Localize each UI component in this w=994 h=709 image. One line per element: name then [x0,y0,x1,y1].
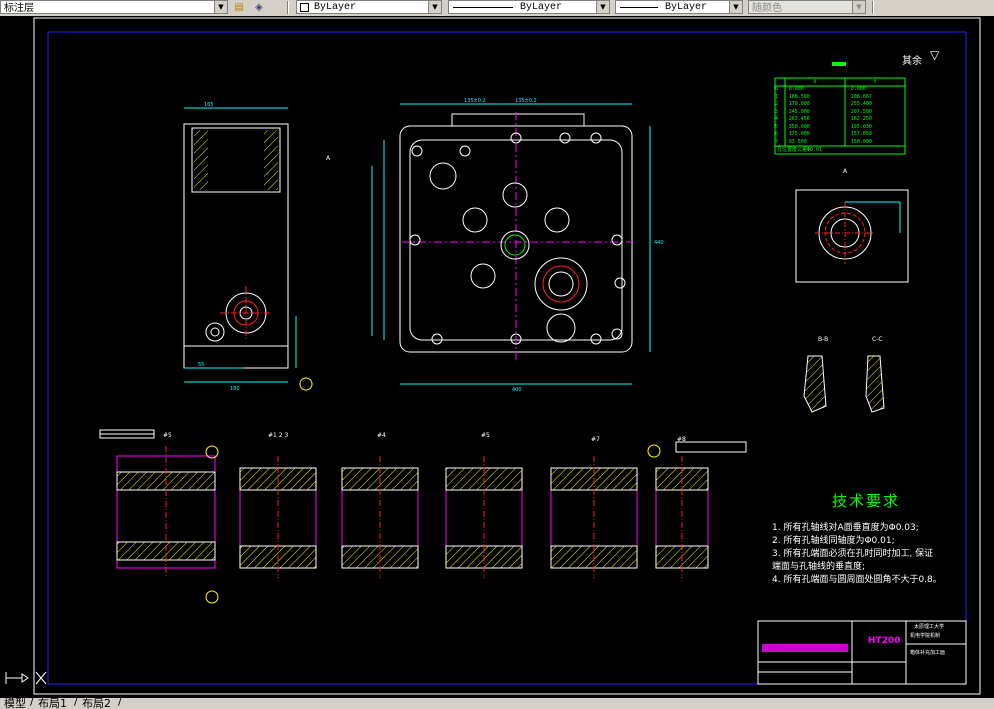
side-view: 165 180 55 [183,102,313,392]
plotstyle-dropdown[interactable]: 随颜色 ▼ [748,0,866,15]
title-block-material: HT200 [868,636,901,646]
svg-text:180: 180 [230,386,240,392]
tech-note: 4. 所有孔端面与圆周面处圆角不大于0.8。 [772,575,942,585]
table-row: 5 350.000 195.030 [775,123,872,130]
table-row: 2 170.000 255.400 [775,101,872,107]
layer-dropdown[interactable]: 标注层 ▼ [0,0,228,15]
tech-note: 2. 所有孔轴线同轴度为Φ0.01; [772,536,895,546]
section-label: #5 [163,432,172,439]
table-row: 0 0.000 0.000 [775,86,866,92]
tech-note: 端面与孔轴线的垂直度; [772,562,866,572]
toolbar-separator [872,1,874,14]
detail-sections [803,355,885,413]
view-a [795,189,909,283]
table-row: X Y [813,79,877,85]
roughness-symbol-icon: ▽ [930,48,940,62]
chevron-down-icon: ▼ [729,1,742,13]
title-block-dept: 机电学院机制 [910,633,941,639]
tech-note: 1. 所有孔轴线对A面垂直度为Φ0.03; [772,523,919,533]
plotstyle-dropdown-value: 随颜色 [752,4,782,15]
properties-toolbar: 标注层 ▼ ▤ ◈ ByLayer ▼ ByLayer ▼ ByLayer ▼ … [0,0,994,17]
view-a-label: A [843,168,848,175]
table-row: 7 93.500 150.000 [775,138,872,145]
view-cc-label: C-C [872,336,883,343]
svg-text:135±0.2: 135±0.2 [515,98,537,104]
lineweight-preview-icon [620,6,658,8]
tab-layout1[interactable]: 布局1 [38,698,67,709]
color-dropdown[interactable]: ByLayer ▼ [296,0,442,14]
table-row: 1 168.500 208.667 [775,93,872,100]
section-label: #1 2 3 [268,432,289,439]
title-block-part-name: 箱体补充加工面 [910,650,946,656]
layer-states-icon[interactable]: ▤ [232,1,246,14]
chevron-down-icon: ▼ [214,1,227,13]
chevron-down-icon: ▼ [852,1,865,13]
drawing-canvas[interactable]: 165 180 55 400 135±0.2 135±0.2 440 A 其余 … [0,16,994,698]
section-label: #5 [481,432,490,439]
bottom-sections [99,429,747,604]
surface-roughness-note: 其余 [902,56,922,67]
table-row: 6 175.000 157.850 [775,131,872,137]
section-label: #7 [591,436,600,443]
linetype-dropdown[interactable]: ByLayer ▼ [448,0,610,14]
linetype-preview-icon [453,6,513,8]
linetype-dropdown-value: ByLayer [520,1,563,13]
view-bb-label: B-B [818,336,829,343]
tech-requirements-title: 技术要求 [832,492,901,510]
tech-note: 3. 所有孔端面必须在孔时同时加工, 保证 [772,549,934,559]
table-row: 3 245.000 207.500 [775,108,872,115]
svg-text:400: 400 [512,387,522,393]
title-block-school: 太原理工大学 [914,624,945,630]
layer-previous-icon[interactable]: ◈ [252,1,266,14]
section-label: #4 [377,432,386,439]
svg-text:55: 55 [198,362,204,368]
svg-text:165: 165 [204,102,214,108]
svg-text:135±0.2: 135±0.2 [464,98,486,104]
toolbar-separator [287,1,289,14]
tech-requirements-notes: 1. 所有孔轴线对A面垂直度为Φ0.03; 2. 所有孔轴线同轴度为Φ0.01;… [772,522,942,587]
lineweight-dropdown[interactable]: ByLayer ▼ [615,0,743,14]
layer-dropdown-value: 标注层 [4,4,34,15]
color-swatch-icon [300,2,309,12]
color-dropdown-value: ByLayer [314,1,357,13]
tab-model[interactable]: 模型 [4,698,26,709]
table-row: 4 263.450 162.250 [775,116,872,122]
svg-text:A: A [326,155,331,162]
ucs-icon [5,671,47,685]
section-label: #8 [677,436,686,443]
tab-layout2[interactable]: 布局2 [82,698,111,709]
coordinate-table-text: X Y 0 0.000 0.000 1 168.500 208.667 2 170.000… [775,78,905,154]
front-view: 400 135±0.2 135±0.2 440 A [326,98,664,393]
chevron-down-icon: ▼ [596,1,609,13]
layout-tab-bar: 模型 / 布局1 / 布局2 / [0,698,994,709]
table-footer: 孔位置度公差Φ0.01 [777,147,823,153]
svg-text:440: 440 [654,240,664,246]
chevron-down-icon: ▼ [428,1,441,13]
lineweight-dropdown-value: ByLayer [665,1,708,13]
